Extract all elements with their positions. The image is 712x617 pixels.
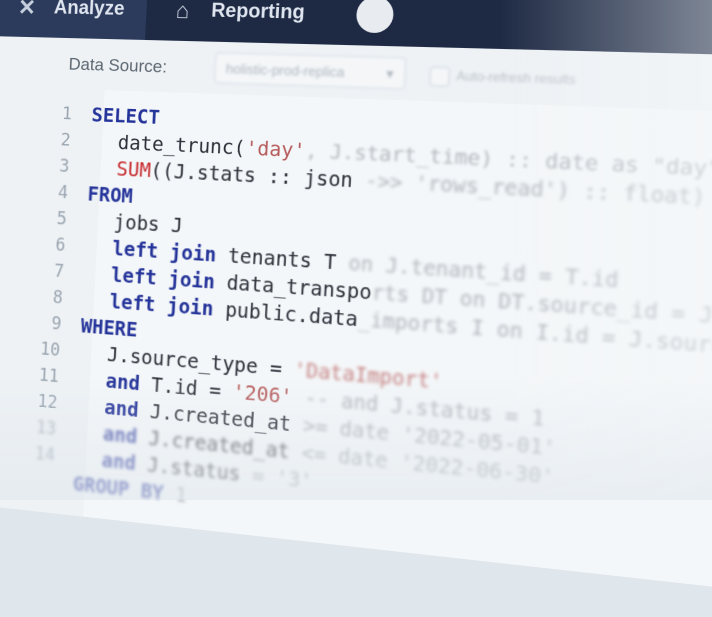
- line-number: 3: [58, 156, 70, 178]
- line-number: 8: [52, 287, 64, 309]
- code-text: ((J.stats :: json: [150, 159, 354, 193]
- app-window: ✕ Analyze ⌂ Reporting Data Source: holis…: [0, 0, 712, 596]
- keyword-and: and: [101, 449, 137, 476]
- auto-refresh-checkbox[interactable]: [429, 66, 451, 87]
- code-text: 1: [163, 482, 188, 508]
- code-text: = '3': [239, 463, 313, 494]
- line-number: 7: [53, 261, 65, 283]
- data-source-value: holistic-prod-replica: [225, 60, 345, 81]
- line-number: [0, 473, 73, 484]
- sql-editor[interactable]: 1 SELECT 2 date_trunc('day', J.start_tim…: [0, 86, 712, 596]
- line-number: 2: [60, 130, 72, 151]
- keyword-from: FROM: [87, 183, 134, 209]
- data-source-label: Data Source:: [68, 54, 168, 77]
- chevron-down-icon: ▾: [385, 65, 394, 82]
- line-number: 10: [39, 339, 61, 362]
- tab-reporting-label: Reporting: [210, 0, 306, 24]
- keyword-and: and: [105, 370, 141, 396]
- line-number: 11: [38, 365, 60, 388]
- function-name: SUM: [115, 158, 152, 183]
- tab-analyze-label: Analyze: [53, 0, 126, 20]
- string-literal: 'day': [244, 136, 307, 163]
- analyze-icon: ✕: [17, 0, 37, 21]
- keyword-and: and: [102, 422, 138, 449]
- keyword-and: and: [103, 396, 140, 423]
- line-number: 1: [61, 103, 73, 125]
- home-icon: ⌂: [175, 0, 191, 24]
- keyword-select: SELECT: [91, 103, 161, 130]
- auto-refresh-label: Auto-refresh results: [455, 68, 576, 88]
- line-number: 5: [56, 208, 68, 230]
- data-source-select[interactable]: holistic-prod-replica ▾: [213, 52, 407, 90]
- user-avatar[interactable]: [355, 0, 394, 34]
- code-text: jobs J: [113, 211, 184, 238]
- string-literal: '206': [232, 380, 294, 409]
- keyword-where: WHERE: [80, 315, 139, 342]
- line-number: 4: [57, 182, 69, 204]
- line-number: 6: [54, 235, 66, 256]
- line-number: 9: [50, 313, 62, 335]
- function-name: date_trunc(: [117, 131, 247, 160]
- tab-analyze[interactable]: ✕ Analyze: [0, 0, 148, 40]
- line-number: 12: [37, 391, 58, 414]
- tab-reporting[interactable]: ⌂ Reporting: [145, 0, 330, 45]
